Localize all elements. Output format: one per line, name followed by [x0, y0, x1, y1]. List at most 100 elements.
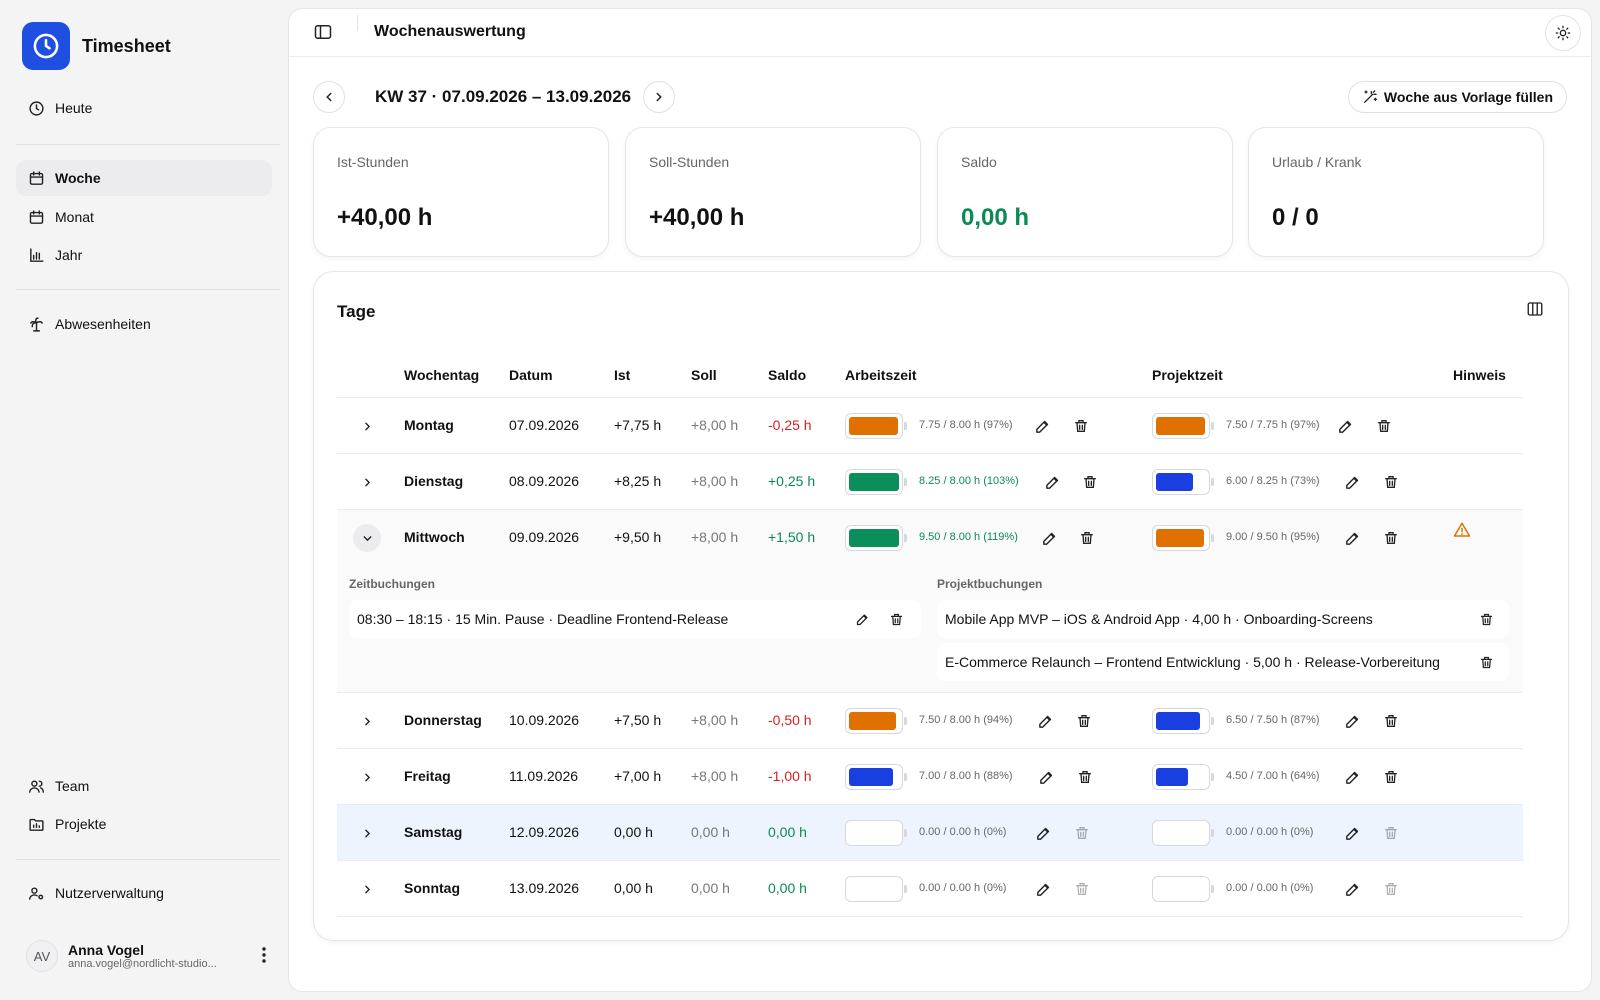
- pencil-icon[interactable]: [1342, 711, 1362, 731]
- pencil-icon[interactable]: [1342, 528, 1362, 548]
- cell-soll: +8,00 h: [691, 768, 739, 784]
- time-entry[interactable]: 08:30 – 18:15 · 15 Min. Pause · Deadline…: [349, 600, 921, 638]
- pencil-icon[interactable]: [1042, 472, 1062, 492]
- brand[interactable]: Timesheet: [22, 22, 171, 70]
- chevron-right-icon[interactable]: [353, 412, 381, 440]
- table-row[interactable]: Samstag 12.09.2026 0,00 h 0,00 h 0,00 h …: [337, 805, 1523, 861]
- nav-item-abwesenheiten[interactable]: Abwesenheiten: [16, 306, 272, 342]
- trash-icon[interactable]: [1074, 711, 1094, 731]
- cell-soll: +8,00 h: [691, 417, 739, 433]
- divider: [16, 859, 280, 860]
- cell-datum: 07.09.2026: [509, 417, 580, 433]
- sidebar-toggle-icon[interactable]: [313, 22, 335, 44]
- trash-icon[interactable]: [1381, 767, 1401, 787]
- nav-item-projekte[interactable]: Projekte: [16, 806, 272, 842]
- chevron-down-icon[interactable]: [353, 524, 381, 552]
- cell-soll: +8,00 h: [691, 473, 739, 489]
- chevron-right-icon[interactable]: [353, 875, 381, 903]
- column-header-wochentag[interactable]: Wochentag: [404, 367, 479, 383]
- trash-icon[interactable]: [1080, 472, 1100, 492]
- trash-icon[interactable]: [1477, 610, 1495, 628]
- user-menu[interactable]: AV Anna Vogel anna.vogel@nordlicht-studi…: [26, 938, 272, 974]
- trash-icon[interactable]: [1381, 823, 1401, 843]
- warning-icon[interactable]: [1453, 521, 1471, 542]
- chevron-right-icon[interactable]: [353, 468, 381, 496]
- trash-icon[interactable]: [1071, 416, 1091, 436]
- work-time-fill: [849, 712, 896, 730]
- kebab-icon[interactable]: [256, 946, 272, 966]
- pencil-icon[interactable]: [1032, 416, 1052, 436]
- cell-ist: +7,00 h: [614, 768, 662, 784]
- user-info: Anna Vogel anna.vogel@nordlicht-studio..…: [68, 942, 238, 970]
- pencil-icon[interactable]: [1039, 528, 1059, 548]
- page-title: Wochenauswertung: [374, 23, 526, 40]
- project-entry[interactable]: Mobile App MVP – iOS & Android App · 4,0…: [937, 600, 1509, 638]
- theme-toggle-button[interactable]: [1545, 15, 1581, 51]
- nav-item-jahr[interactable]: Jahr: [16, 237, 272, 273]
- pencil-icon[interactable]: [1033, 823, 1053, 843]
- divider: [16, 289, 280, 290]
- table-row[interactable]: Montag 07.09.2026 +7,75 h +8,00 h -0,25 …: [337, 398, 1523, 454]
- pencil-icon[interactable]: [853, 610, 871, 628]
- trash-icon[interactable]: [1072, 879, 1092, 899]
- column-header-hinweis[interactable]: Hinweis: [1453, 367, 1506, 383]
- pencil-icon[interactable]: [1342, 472, 1362, 492]
- cell-saldo: -0,25 h: [768, 417, 812, 433]
- trash-icon[interactable]: [1374, 416, 1394, 436]
- pencil-icon[interactable]: [1342, 823, 1362, 843]
- trash-icon[interactable]: [1477, 653, 1495, 671]
- folder-icon: [29, 818, 44, 831]
- column-header-saldo[interactable]: Saldo: [768, 367, 806, 383]
- chevron-right-icon[interactable]: [353, 819, 381, 847]
- cell-ist: 0,00 h: [614, 824, 653, 840]
- trash-icon[interactable]: [1381, 711, 1401, 731]
- column-header-ist[interactable]: Ist: [614, 367, 630, 383]
- pencil-icon[interactable]: [1342, 767, 1362, 787]
- column-header-soll[interactable]: Soll: [691, 367, 717, 383]
- nav-label: Team: [55, 778, 90, 794]
- table-header: Wochentag Datum Ist Soll Saldo Arbeitsze…: [337, 354, 1523, 398]
- columns-icon[interactable]: [1526, 300, 1548, 322]
- next-week-button[interactable]: [643, 81, 675, 113]
- calendar-icon: [29, 209, 44, 224]
- trash-icon[interactable]: [1075, 767, 1095, 787]
- time-entry-text: 08:30 – 18:15 · 15 Min. Pause · Deadline…: [357, 611, 729, 627]
- nav-item-heute[interactable]: Heute: [16, 90, 272, 126]
- chevron-right-icon[interactable]: [353, 707, 381, 735]
- table-row[interactable]: Freitag 11.09.2026 +7,00 h +8,00 h -1,00…: [337, 749, 1523, 805]
- column-header-arbeitszeit[interactable]: Arbeitszeit: [845, 367, 917, 383]
- column-header-projektzeit[interactable]: Projektzeit: [1152, 367, 1223, 383]
- previous-week-button[interactable]: [313, 81, 345, 113]
- pencil-icon[interactable]: [1035, 711, 1055, 731]
- nav-item-monat[interactable]: Monat: [16, 199, 272, 235]
- fill-from-template-button[interactable]: Woche aus Vorlage füllen: [1347, 81, 1567, 113]
- cell-soll: 0,00 h: [691, 880, 730, 896]
- nav-item-team[interactable]: Team: [16, 768, 272, 804]
- cell-datum: 13.09.2026: [509, 880, 580, 896]
- table-row[interactable]: Sonntag 13.09.2026 0,00 h 0,00 h 0,00 h …: [337, 861, 1523, 917]
- trash-icon[interactable]: [1381, 528, 1401, 548]
- table-row[interactable]: Dienstag 08.09.2026 +8,25 h +8,00 h +0,2…: [337, 454, 1523, 510]
- nav-item-woche[interactable]: Woche: [16, 160, 272, 196]
- work-time-text: 0.00 / 0.00 h (0%): [919, 882, 1007, 894]
- table-row[interactable]: Mittwoch 09.09.2026 +9,50 h +8,00 h +1,5…: [337, 510, 1523, 566]
- trash-icon[interactable]: [1381, 879, 1401, 899]
- project-entry[interactable]: E-Commerce Relaunch – Frontend Entwicklu…: [937, 643, 1509, 681]
- trash-icon[interactable]: [1381, 472, 1401, 492]
- chevron-right-icon[interactable]: [353, 763, 381, 791]
- column-header-datum[interactable]: Datum: [509, 367, 553, 383]
- table-row[interactable]: Donnerstag 10.09.2026 +7,50 h +8,00 h -0…: [337, 693, 1523, 749]
- trash-icon[interactable]: [1072, 823, 1092, 843]
- cell-soll: +8,00 h: [691, 529, 739, 545]
- nav-item-nutzerverwaltung[interactable]: Nutzerverwaltung: [16, 875, 272, 911]
- pencil-icon[interactable]: [1342, 879, 1362, 899]
- pencil-icon[interactable]: [1335, 416, 1355, 436]
- trash-icon[interactable]: [887, 610, 905, 628]
- pencil-icon[interactable]: [1036, 767, 1056, 787]
- trash-icon[interactable]: [1077, 528, 1097, 548]
- cell-datum: 11.09.2026: [509, 768, 579, 784]
- pencil-icon[interactable]: [1033, 879, 1053, 899]
- chevron-left-icon: [326, 92, 332, 102]
- cell-saldo: 0,00 h: [768, 880, 807, 896]
- cell-ist: 0,00 h: [614, 880, 653, 896]
